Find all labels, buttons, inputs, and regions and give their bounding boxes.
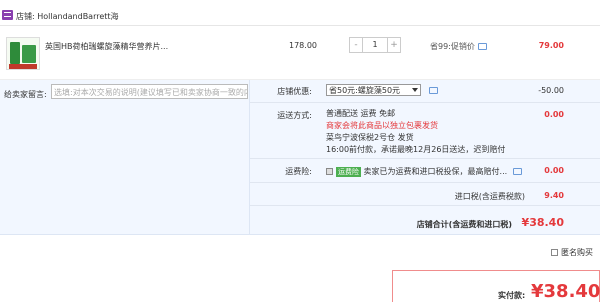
order-details: 店铺优惠: 省50元:螺旋藻50元 -50.00 运送方式: 普通配送 运费 免… [249,80,600,235]
promo-info: 省99:促销价 [430,41,487,52]
insurance-badge: 运费险 [336,166,361,177]
chevron-down-icon [412,88,418,92]
real-pay-box: 实付款: ¥38.40 [392,270,600,302]
shipping-warehouse: 菜鸟宁波保税2号仓 发货 [326,133,414,142]
anonymous-row: 匿名购买 [0,245,600,261]
coupon-label: 店铺优惠: [277,87,312,96]
shipping-notice: 商家会将此商品以独立包裹发货 [326,121,438,130]
shop-total-label: 店铺合计(含运费和进口税) [416,220,512,229]
chat-bubble-icon[interactable] [429,87,438,94]
shipping-promise: 16:00前付款，承诺最晚12月26日送达，迟到赔付 [326,145,506,154]
insurance-label: 运费险: [285,167,312,176]
chat-bubble-icon[interactable] [477,43,487,50]
divider [250,102,600,103]
anonymous-label: 匿名购买 [561,248,593,257]
real-pay-amount: ¥38.40 [531,281,600,302]
chat-bubble-icon[interactable] [512,168,522,175]
shop-name[interactable]: 店铺: HollandandBarrett海 [16,11,119,22]
insurance-checkbox[interactable] [326,168,333,175]
shipping-method: 普通配送 运费 免邮 [326,109,396,118]
quantity-stepper: - 1 + [349,37,401,53]
shop-icon [2,10,13,20]
item-subtotal: 79.00 [538,41,564,50]
shipping-amount: 0.00 [544,110,564,119]
real-pay-label: 实付款: [498,291,526,300]
quantity-input[interactable]: 1 [363,38,387,52]
order-item-row: 英国HB荷柏瑞螺旋藻精华营养片... 178.00 - 1 + 省99:促销价 … [0,30,600,80]
shop-header: 店铺: HollandandBarrett海 [0,8,600,26]
coupon-amount: -50.00 [538,86,564,95]
quantity-decrease-button[interactable]: - [350,38,363,52]
coupon-selected-value: 省50元:螺旋藻50元 [329,86,401,95]
coupon-select[interactable]: 省50元:螺旋藻50元 [326,84,421,96]
import-tax-label: 进口税(含运费税款) [454,192,525,201]
anonymous-checkbox[interactable] [551,249,558,256]
divider [250,205,600,206]
seller-message-input[interactable]: 选填:对本次交易的说明(建议填写已和卖家协商一致的内容) [51,84,248,99]
shipping-label: 运送方式: [277,111,312,120]
product-thumbnail[interactable] [6,37,40,70]
product-title[interactable]: 英国HB荷柏瑞螺旋藻精华营养片... [45,41,168,52]
divider [250,158,600,159]
shop-total-amount: ¥38.40 [521,216,564,229]
shipping-details: 普通配送 运费 免邮 商家会将此商品以独立包裹发货 菜鸟宁波保税2号仓 发货 1… [326,108,505,156]
insurance-amount: 0.00 [544,166,564,175]
anonymous-option[interactable]: 匿名购买 [551,247,593,258]
quantity-increase-button[interactable]: + [387,38,400,52]
divider [250,182,600,183]
unit-price: 178.00 [289,41,317,50]
promo-text: 省99:促销价 [430,42,475,51]
order-options-panel: 给卖家留言: 选填:对本次交易的说明(建议填写已和卖家协商一致的内容) 店铺优惠… [0,80,600,235]
insurance-info: 运费险 卖家已为运费和进口税投保，最高赔付... [326,166,522,177]
insurance-text: 卖家已为运费和进口税投保，最高赔付... [363,167,508,176]
message-label: 给卖家留言: [4,90,47,99]
import-tax-amount: 9.40 [544,191,564,200]
